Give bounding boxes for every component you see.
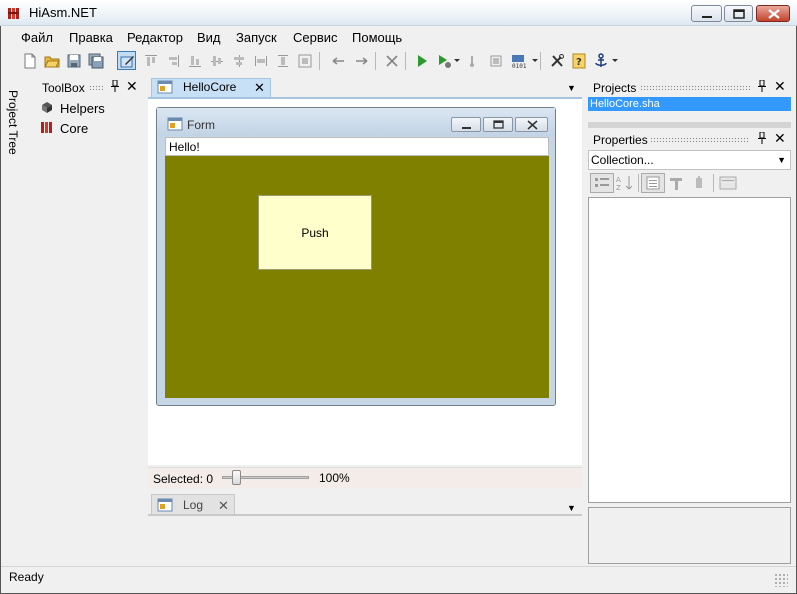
log-tab-close-icon[interactable]: ✕ [218, 498, 229, 514]
same-size-icon[interactable] [295, 51, 314, 70]
log-icon [157, 498, 173, 515]
core-icon [40, 120, 54, 137]
run-debug-icon[interactable] [434, 51, 453, 70]
property-pages-icon[interactable] [688, 173, 710, 193]
arrow-left-icon[interactable] [328, 51, 347, 70]
properties-pin-icon[interactable] [757, 131, 767, 147]
projects-scrollbar[interactable] [588, 122, 791, 128]
properties-object-value: Collection... [591, 153, 654, 167]
maximize-button[interactable] [724, 5, 753, 22]
menu-view[interactable]: Вид [197, 30, 221, 45]
form-icon [167, 117, 183, 134]
form-preview-icon[interactable] [486, 51, 505, 70]
hello-edit-field[interactable]: Hello! [165, 137, 549, 156]
menu-run[interactable]: Запуск [236, 30, 277, 45]
resize-grip[interactable] [774, 573, 788, 587]
form-maximize-icon[interactable] [483, 117, 513, 132]
tools-icon[interactable] [547, 51, 566, 70]
window-title: HiAsm.NET [29, 5, 97, 20]
designed-form-title: Form [187, 118, 215, 132]
form-minimize-icon[interactable] [451, 117, 481, 132]
arrow-right-icon[interactable] [352, 51, 371, 70]
align-center-v-icon[interactable] [229, 51, 248, 70]
run-icon[interactable] [412, 51, 431, 70]
toolbox-close-icon[interactable]: ✕ [126, 78, 138, 95]
svg-text:Z: Z [616, 184, 621, 192]
zoom-level: 100% [319, 471, 350, 485]
properties-description [588, 507, 791, 564]
properties-grip[interactable] [650, 137, 750, 142]
app-logo-icon [7, 6, 21, 20]
same-width-icon[interactable] [251, 51, 270, 70]
align-center-h-icon[interactable] [207, 51, 226, 70]
log-list-dropdown-icon[interactable]: ▼ [567, 503, 576, 513]
project-tree-tab[interactable]: Project Tree [6, 90, 20, 155]
properties-grid[interactable] [588, 197, 791, 503]
open-folder-icon[interactable] [42, 51, 61, 70]
property-editor-icon[interactable] [717, 173, 739, 193]
toolbox-panel [28, 76, 146, 564]
save-icon[interactable] [64, 51, 83, 70]
properties-object-select[interactable]: Collection... ▼ [588, 150, 791, 170]
minimize-button[interactable] [691, 5, 722, 22]
menu-editor[interactable]: Редактор [127, 30, 183, 45]
helpers-icon [40, 100, 54, 117]
designer-status-bar [148, 467, 582, 488]
title-bar[interactable] [0, 0, 797, 26]
form-close-icon[interactable] [515, 117, 548, 132]
events-view-icon[interactable] [666, 173, 688, 193]
toolbox-title: ToolBox [42, 81, 85, 95]
tab-close-icon[interactable]: ✕ [254, 80, 265, 96]
compile-icon[interactable] [462, 51, 481, 70]
menu-service[interactable]: Сервис [293, 30, 338, 45]
menu-help[interactable]: Помощь [352, 30, 402, 45]
help-icon[interactable]: ? [569, 51, 588, 70]
projects-pin-icon[interactable] [757, 79, 767, 95]
selected-count: Selected: 0 [153, 472, 214, 486]
toolbox-item-label: Core [60, 121, 89, 136]
menu-edit[interactable]: Правка [69, 30, 113, 45]
properties-close-icon[interactable]: ✕ [774, 130, 786, 147]
zoom-slider-thumb[interactable] [232, 470, 242, 485]
svg-text:?: ? [576, 57, 582, 68]
projects-grip[interactable] [640, 85, 750, 90]
status-text: Ready [9, 570, 44, 584]
properties-view-icon[interactable] [641, 173, 665, 193]
menu-file[interactable]: Файл [21, 30, 53, 45]
toolbox-item-label: Helpers [60, 101, 105, 116]
categorized-icon[interactable] [590, 173, 614, 193]
projects-close-icon[interactable]: ✕ [774, 78, 786, 95]
toolbox-grip[interactable] [89, 85, 103, 90]
projects-title: Projects [593, 81, 637, 95]
binary-icon[interactable]: 0101 [508, 51, 527, 70]
log-tab-underline [148, 514, 582, 516]
svg-text:A: A [616, 176, 621, 184]
anchor-icon[interactable] [591, 51, 610, 70]
same-height-icon[interactable] [273, 51, 292, 70]
tab-list-dropdown-icon[interactable]: ▼ [567, 83, 576, 93]
scheme-icon [157, 80, 173, 97]
close-button[interactable] [756, 5, 790, 22]
properties-title: Properties [593, 133, 648, 147]
sort-alpha-icon[interactable]: AZ [614, 173, 636, 193]
toolbox-item-core[interactable]: Core [40, 120, 88, 137]
align-top-icon[interactable] [141, 51, 160, 70]
chevron-down-icon: ▼ [777, 155, 786, 165]
project-item[interactable]: HelloCore.sha [588, 97, 791, 111]
new-file-icon[interactable] [20, 51, 39, 70]
toolbar: 0101 ? [1, 48, 796, 74]
tab-label: HelloCore [183, 80, 237, 94]
delete-icon[interactable] [382, 51, 401, 70]
log-tab-label: Log [183, 498, 204, 512]
toolbox-item-helpers[interactable]: Helpers [40, 100, 105, 117]
svg-text:0101: 0101 [512, 63, 526, 69]
menu-bar: Файл Правка Редактор Вид Запуск Сервис П… [1, 27, 796, 47]
align-right-icon[interactable] [163, 51, 182, 70]
toolbox-pin-icon[interactable] [110, 79, 120, 95]
status-bar [1, 566, 796, 592]
edit-mode-icon[interactable] [117, 51, 136, 70]
align-bottom-icon[interactable] [185, 51, 204, 70]
push-button[interactable]: Push [258, 195, 372, 270]
save-all-icon[interactable] [86, 51, 105, 70]
